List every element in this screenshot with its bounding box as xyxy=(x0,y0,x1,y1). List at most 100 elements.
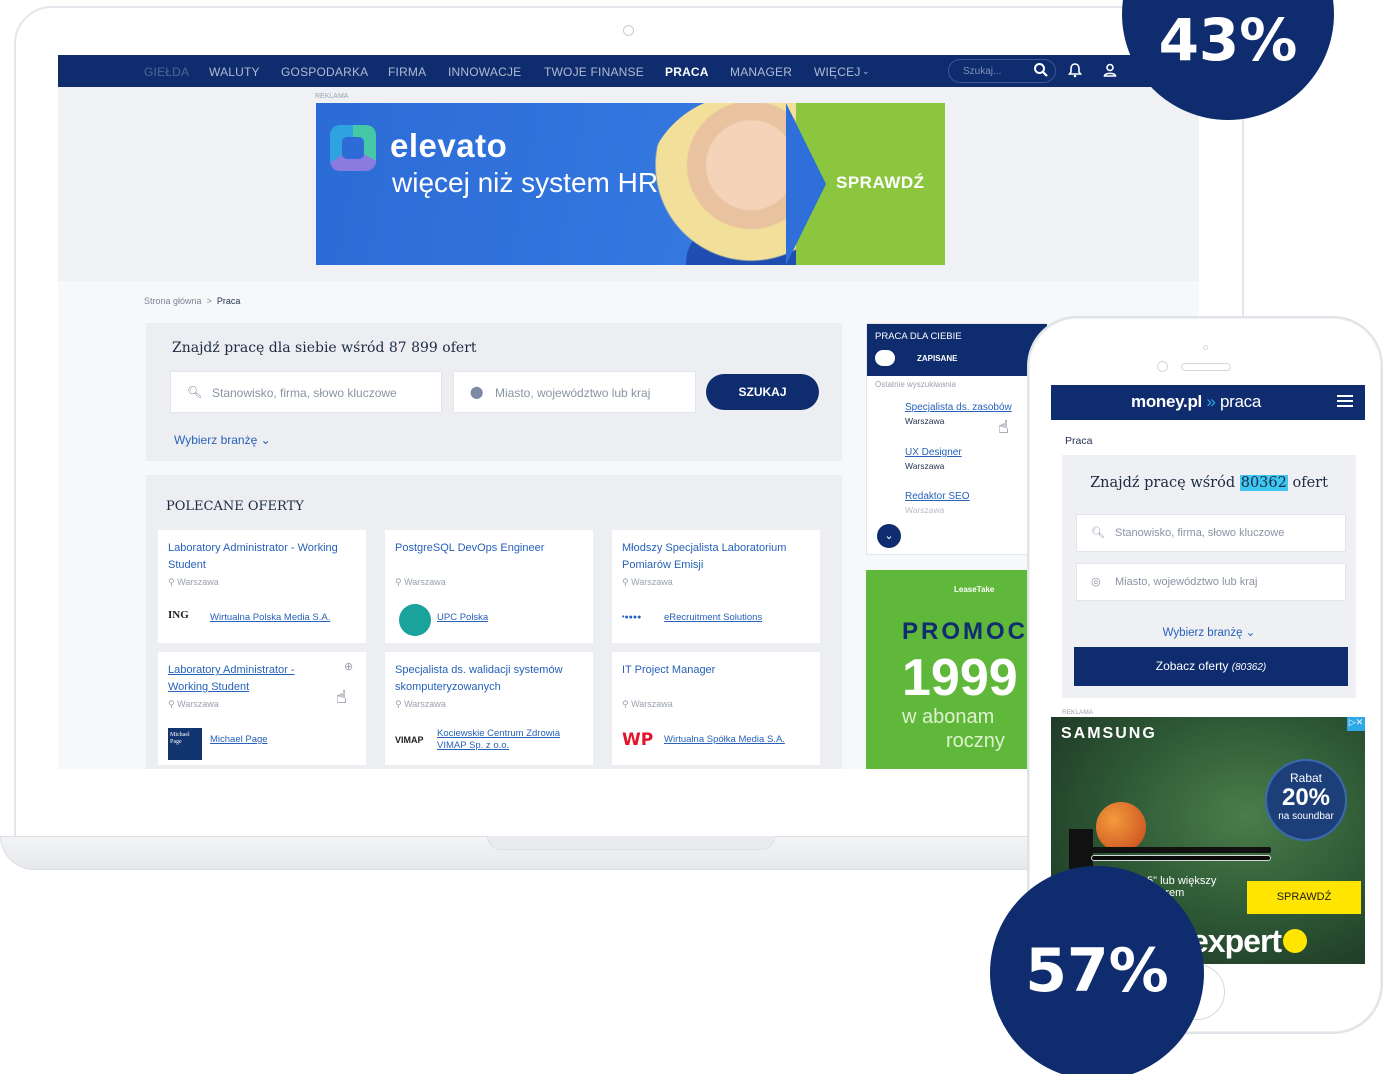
nav-item-waluty[interactable]: WALUTY xyxy=(209,65,260,79)
mobile-location-input[interactable]: ◎ Miasto, województwo lub kraj xyxy=(1076,563,1346,601)
offer-location-text: Warszawa xyxy=(177,577,219,587)
mobile-position-placeholder: Stanowisko, firma, słowo kluczowe xyxy=(1115,527,1285,539)
location-pin-icon: ⚲ xyxy=(395,699,402,709)
side-panel-header: PRACA DLA CIEBIE ZAPISANE xyxy=(867,324,1047,376)
offer-location: ⚲ Warszawa xyxy=(622,699,673,710)
offer-title[interactable]: Laboratory Administrator - Working Stude… xyxy=(168,540,356,574)
recent-search-query[interactable]: Redaktor SEO xyxy=(905,491,969,502)
offer-company[interactable]: UPC Polska xyxy=(437,612,587,624)
ad-info-icon[interactable]: ▷✕ xyxy=(1347,717,1365,731)
recent-search-item[interactable]: UX Designer Warszawa xyxy=(905,447,962,471)
double-chevron-icon: » xyxy=(1206,392,1216,411)
offer-card[interactable]: IT Project Manager ⚲ Warszawa WP Wirtual… xyxy=(612,652,820,765)
bell-icon[interactable] xyxy=(1066,61,1084,79)
show-offers-button[interactable]: Zobacz oferty (80362) xyxy=(1074,647,1348,686)
offer-card[interactable]: PostgreSQL DevOps Engineer ⚲ Warszawa UP… xyxy=(385,530,593,643)
recent-search-item[interactable]: Specjalista ds. zasobów Warszawa xyxy=(905,402,1012,426)
offer-location-text: Warszawa xyxy=(404,699,446,709)
promo-line: roczny xyxy=(946,730,1005,752)
mobile-search-card: Znajdź pracę wśród 80362 ofert 🔍︎ Stanow… xyxy=(1062,455,1356,698)
mobile-position-input[interactable]: 🔍︎ Stanowisko, firma, słowo kluczowe xyxy=(1076,514,1346,552)
mobile-branch-dropdown[interactable]: Wybierz branżę ⌄ xyxy=(1062,625,1356,639)
offer-company[interactable]: Kociewskie Centrum Zdrowia VIMAP Sp. z o… xyxy=(437,728,587,752)
mobile-share-badge: 57% xyxy=(990,866,1204,1074)
elevato-logo-icon xyxy=(330,125,376,171)
nav-item-gielda[interactable]: GIEŁDA xyxy=(144,65,189,79)
banner-chevron xyxy=(786,103,826,265)
offer-location: ⚲ Warszawa xyxy=(395,699,446,710)
expert-logo-text: expert xyxy=(1191,923,1282,959)
nav-item-firma[interactable]: FIRMA xyxy=(388,65,426,79)
breadcrumb-home[interactable]: Strona główna xyxy=(144,296,202,306)
offer-title[interactable]: PostgreSQL DevOps Engineer xyxy=(395,540,583,557)
offer-card[interactable]: Młodszy Specjalista Laboratorium Pomiaró… xyxy=(612,530,820,643)
show-offers-label: Zobacz oferty xyxy=(1155,659,1229,673)
offer-company[interactable]: eRecruitment Solutions xyxy=(664,612,814,624)
add-circle-icon[interactable]: ⊕ xyxy=(344,660,353,673)
recent-search-item[interactable]: Redaktor SEO Warszawa xyxy=(905,491,969,515)
promo-headline: PROMOC xyxy=(902,618,1028,645)
logo-praca: praca xyxy=(1220,392,1262,411)
company-logo xyxy=(399,604,431,636)
title-suffix: ofert xyxy=(1292,475,1328,491)
menu-icon[interactable] xyxy=(1337,395,1353,407)
offer-card[interactable]: Laboratory Administrator - Working Stude… xyxy=(158,530,366,643)
user-icon[interactable] xyxy=(1101,61,1119,79)
search-button[interactable]: SZUKAJ xyxy=(706,374,819,410)
chevron-down-icon: ⌄ xyxy=(260,433,271,447)
offer-company[interactable]: Wirtualna Polska Media S.A. xyxy=(210,612,360,624)
banner-cta[interactable]: SPRAWDŹ xyxy=(836,173,925,193)
elevato-banner[interactable]: elevato więcej niż system HR SPRAWDŹ xyxy=(316,103,945,265)
offer-title[interactable]: Młodszy Specjalista Laboratorium Pomiaró… xyxy=(622,540,810,574)
position-placeholder: Stanowisko, firma, słowo kluczowe xyxy=(212,386,397,400)
nav-item-gospodarka[interactable]: GOSPODARKA xyxy=(281,65,368,79)
laptop-notch xyxy=(487,836,775,850)
mobile-share-value: 57% xyxy=(1025,936,1169,1006)
offer-card[interactable]: Laboratory Administrator - Working Stude… xyxy=(158,652,366,765)
ad-label: REKLAMA xyxy=(315,93,349,100)
location-input[interactable]: ⬤ Miasto, województwo lub kraj xyxy=(453,371,696,413)
location-pin-icon: ⚲ xyxy=(395,577,402,587)
ad-cta-button[interactable]: SPRAWDŹ xyxy=(1247,881,1361,914)
saved-label[interactable]: ZAPISANE xyxy=(917,354,957,363)
offer-title[interactable]: IT Project Manager xyxy=(622,662,810,679)
expand-button[interactable]: ⌄ xyxy=(877,524,901,548)
position-input[interactable]: 🔍︎ Stanowisko, firma, słowo kluczowe xyxy=(170,371,442,413)
offer-location: ⚲ Warszawa xyxy=(395,577,446,588)
discount-label: Rabat xyxy=(1289,771,1323,785)
offer-title[interactable]: Specjalista ds. walidacji systemów skomp… xyxy=(395,662,583,696)
offer-title[interactable]: Laboratory Administrator - Working Stude… xyxy=(168,662,328,696)
mobile-search-title: Znajdź pracę wśród 80362 ofert xyxy=(1062,475,1356,491)
briefcase-icon[interactable] xyxy=(875,350,895,366)
offer-card[interactable]: Specjalista ds. walidacji systemów skomp… xyxy=(385,652,593,765)
play-icon xyxy=(1283,928,1308,953)
soundbar-image xyxy=(1091,855,1271,861)
recent-search-query[interactable]: Specjalista ds. zasobów xyxy=(905,402,1012,413)
location-pin-icon: ⬤ xyxy=(470,385,484,399)
offer-company[interactable]: Michael Page xyxy=(210,734,360,746)
nav-item-innowacje[interactable]: INNOWACJE xyxy=(448,65,521,79)
location-pin-icon: ⚲ xyxy=(622,699,629,709)
phone-speaker xyxy=(1181,363,1231,371)
recent-searches-label: Ostatnie wyszukiwania xyxy=(875,380,956,389)
hand-cursor-icon: ☝ xyxy=(336,687,347,707)
offer-count-highlight: 80362 xyxy=(1239,475,1288,491)
discount-target: na soundbar xyxy=(1278,811,1334,822)
recent-search-query[interactable]: UX Designer xyxy=(905,447,962,458)
breadcrumb-separator: > xyxy=(206,296,212,306)
moneypl-praca-logo[interactable]: money.pl » praca xyxy=(1131,392,1261,412)
promo-line: w abonam xyxy=(902,706,995,728)
nav-item-twoje-finanse[interactable]: TWOJE FINANSE xyxy=(544,65,644,79)
mobile-breadcrumb[interactable]: Praca xyxy=(1065,435,1092,447)
nav-item-praca[interactable]: PRACA xyxy=(665,65,709,79)
nav-item-manager[interactable]: MANAGER xyxy=(730,65,792,79)
chevron-down-icon: ⌄ xyxy=(1245,627,1256,639)
offer-company[interactable]: Wirtualna Spółka Media S.A. xyxy=(664,734,814,746)
branch-label: Wybierz branżę xyxy=(174,433,258,447)
branch-dropdown[interactable]: Wybierz branżę ⌄ xyxy=(174,433,271,447)
nav-item-wiecej[interactable]: WIĘCEJ xyxy=(814,65,861,79)
discount-badge: Rabat 20% na soundbar xyxy=(1265,759,1347,841)
side-panel-title: PRACA DLA CIEBIE xyxy=(875,331,962,342)
search-icon[interactable] xyxy=(1032,61,1050,79)
leasetake-ad[interactable]: LeaseTake PROMOC 1999 w abonam roczny xyxy=(866,570,1046,769)
